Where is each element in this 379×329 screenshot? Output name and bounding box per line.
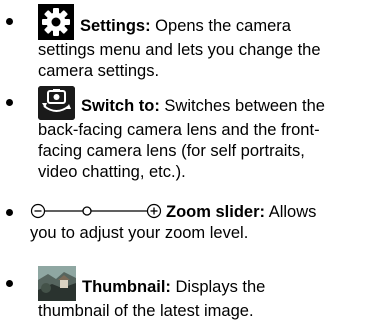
description-line-1: Opens the camera	[150, 17, 291, 35]
bullet	[6, 280, 13, 287]
description-line-4: video chatting, etc.).	[38, 163, 186, 181]
term-zoom-slider: Zoom slider:	[166, 203, 266, 221]
bullet	[6, 209, 13, 216]
term-switch-to: Switch to:	[81, 97, 160, 115]
feature-list: Settings: Opens the camera settings menu…	[0, 0, 379, 329]
description-line-3: camera settings.	[38, 62, 160, 80]
description-line-2: you to adjust your zoom level.	[30, 224, 249, 242]
term-thumbnail: Thumbnail:	[82, 278, 171, 296]
description-line-1: Allows	[265, 203, 317, 221]
term-settings: Settings:	[80, 17, 151, 35]
bullet	[6, 18, 13, 25]
description-line-3: facing camera lens (for self portraits,	[38, 142, 305, 160]
list-item-text: Settings: Opens the camera settings menu…	[38, 4, 374, 82]
settings-gear-icon	[38, 4, 74, 40]
camera-switch-icon	[38, 86, 75, 120]
list-item-text: Thumbnail: Displays the thumbnail of the…	[38, 266, 374, 322]
zoom-slider-icon	[30, 203, 162, 219]
thumbnail-image-icon	[38, 266, 76, 301]
bullet	[6, 99, 13, 106]
list-item-text: Switch to: Switches between the back-fac…	[38, 86, 374, 183]
list-item-text: Zoom slider: Allows you to adjust your z…	[30, 202, 366, 244]
description-line-1: Displays the	[170, 278, 266, 296]
description-line-2: settings menu and lets you change the	[38, 41, 321, 59]
description-line-1: Switches between the	[159, 97, 325, 115]
description-line-2: back-facing camera lens and the front-	[38, 121, 320, 139]
description-line-2: thumbnail of the latest image.	[38, 302, 254, 320]
